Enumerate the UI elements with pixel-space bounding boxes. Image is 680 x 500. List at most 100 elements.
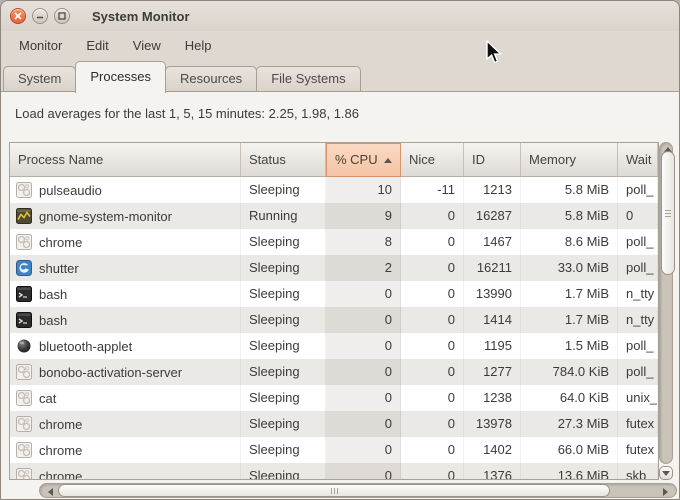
process-name: chrome [39, 438, 82, 463]
horizontal-scrollbar-thumb[interactable] [58, 484, 610, 497]
terminal-icon [16, 312, 32, 328]
process-wait-cell: n_tty [618, 307, 658, 333]
process-wait-cell: skb [618, 463, 658, 480]
system-monitor-window: System Monitor Monitor Edit View Help Sy… [0, 0, 680, 500]
process-row[interactable]: gnome-system-monitorRunning90162875.8 Mi… [10, 203, 658, 229]
generic-app-icon [16, 364, 32, 380]
menu-view[interactable]: View [121, 34, 173, 57]
column-header-status[interactable]: Status [241, 143, 326, 177]
horizontal-scrollbar[interactable] [3, 482, 679, 499]
process-status-cell: Sleeping [241, 307, 326, 333]
process-nice-cell: 0 [401, 411, 464, 437]
tab-processes[interactable]: Processes [75, 61, 166, 93]
process-name: cat [39, 386, 56, 411]
process-wait-cell: futex [618, 411, 658, 437]
process-status-cell: Sleeping [241, 177, 326, 203]
scroll-right-icon[interactable] [663, 488, 668, 496]
horizontal-scrollbar-track[interactable] [39, 483, 677, 498]
process-name: shutter [39, 256, 79, 281]
vertical-scrollbar[interactable] [658, 142, 674, 480]
process-row[interactable]: bashSleeping00139901.7 MiBn_tty [10, 281, 658, 307]
process-row[interactable]: bonobo-activation-serverSleeping00127778… [10, 359, 658, 385]
process-name: bash [39, 282, 67, 307]
process-row[interactable]: chromeSleeping8014678.6 MiBpoll_ [10, 229, 658, 255]
process-status-cell: Sleeping [241, 411, 326, 437]
process-cpu-cell: 0 [326, 463, 401, 480]
process-status-cell: Running [241, 203, 326, 229]
column-header-id[interactable]: ID [464, 143, 521, 177]
menu-edit[interactable]: Edit [74, 34, 120, 57]
generic-app-icon [16, 442, 32, 458]
column-header-wait[interactable]: Wait [618, 143, 658, 177]
process-cpu-cell: 0 [326, 385, 401, 411]
process-id-cell: 1467 [464, 229, 521, 255]
process-memory-cell: 13.6 MiB [521, 463, 618, 480]
process-row[interactable]: catSleeping00123864.0 KiBunix_ [10, 385, 658, 411]
column-header-cpu[interactable]: % CPU [326, 143, 401, 177]
process-nice-cell: -11 [401, 177, 464, 203]
maximize-button[interactable] [54, 8, 70, 24]
process-cpu-cell: 9 [326, 203, 401, 229]
process-id-cell: 13978 [464, 411, 521, 437]
menu-help[interactable]: Help [173, 34, 224, 57]
process-cpu-cell: 0 [326, 359, 401, 385]
process-wait-cell: poll_ [618, 177, 658, 203]
process-row[interactable]: chromeSleeping001397827.3 MiBfutex [10, 411, 658, 437]
tab-file-systems[interactable]: File Systems [256, 66, 360, 92]
tab-bar: System Processes Resources File Systems [1, 59, 679, 92]
process-memory-cell: 66.0 MiB [521, 437, 618, 463]
menu-monitor[interactable]: Monitor [7, 34, 74, 57]
process-id-cell: 1402 [464, 437, 521, 463]
window-title: System Monitor [92, 9, 190, 24]
process-row[interactable]: bluetooth-appletSleeping0011951.5 MiBpol… [10, 333, 658, 359]
process-row[interactable]: bashSleeping0014141.7 MiBn_tty [10, 307, 658, 333]
process-memory-cell: 1.7 MiB [521, 307, 618, 333]
process-nice-cell: 0 [401, 229, 464, 255]
column-header-nice[interactable]: Nice [401, 143, 464, 177]
process-row[interactable]: shutterSleeping201621133.0 MiBpoll_ [10, 255, 658, 281]
process-row[interactable]: chromeSleeping00137613.6 MiBskb [10, 463, 658, 480]
process-row[interactable]: chromeSleeping00140266.0 MiBfutex [10, 437, 658, 463]
process-cpu-cell: 2 [326, 255, 401, 281]
scroll-down-icon [662, 471, 670, 476]
column-header-memory[interactable]: Memory [521, 143, 618, 177]
titlebar[interactable]: System Monitor [1, 1, 679, 31]
tab-resources[interactable]: Resources [165, 66, 257, 92]
process-nice-cell: 0 [401, 203, 464, 229]
process-nice-cell: 0 [401, 359, 464, 385]
process-nice-cell: 0 [401, 333, 464, 359]
process-name-cell: bash [10, 281, 241, 307]
bluetooth-icon [16, 338, 32, 354]
process-wait-cell: poll_ [618, 359, 658, 385]
vertical-scrollbar-track[interactable] [659, 142, 673, 464]
column-header-process-name[interactable]: Process Name [10, 143, 241, 177]
process-wait-cell: unix_ [618, 385, 658, 411]
process-memory-cell: 27.3 MiB [521, 411, 618, 437]
process-nice-cell: 0 [401, 437, 464, 463]
processes-page: Load averages for the last 1, 5, 15 minu… [1, 91, 680, 500]
table-body: pulseaudioSleeping10-1112135.8 MiBpoll_g… [10, 177, 658, 480]
process-nice-cell: 0 [401, 385, 464, 411]
process-cpu-cell: 0 [326, 281, 401, 307]
process-name-cell: bluetooth-applet [10, 333, 241, 359]
process-name-cell: chrome [10, 463, 241, 480]
menubar: Monitor Edit View Help [1, 31, 679, 59]
process-name: bonobo-activation-server [39, 360, 182, 385]
process-name-cell: chrome [10, 437, 241, 463]
process-status-cell: Sleeping [241, 333, 326, 359]
process-row[interactable]: pulseaudioSleeping10-1112135.8 MiBpoll_ [10, 177, 658, 203]
process-nice-cell: 0 [401, 255, 464, 281]
vertical-scrollbar-thumb[interactable] [661, 151, 675, 275]
process-name: bash [39, 308, 67, 333]
tab-system[interactable]: System [3, 66, 76, 92]
scroll-down-button[interactable] [659, 466, 673, 480]
process-id-cell: 1376 [464, 463, 521, 480]
close-button[interactable] [10, 8, 26, 24]
minimize-icon [36, 12, 44, 20]
minimize-button[interactable] [32, 8, 48, 24]
process-nice-cell: 0 [401, 307, 464, 333]
terminal-icon [16, 286, 32, 302]
scroll-left-icon[interactable] [48, 488, 53, 496]
process-cpu-cell: 8 [326, 229, 401, 255]
process-name-cell: bash [10, 307, 241, 333]
